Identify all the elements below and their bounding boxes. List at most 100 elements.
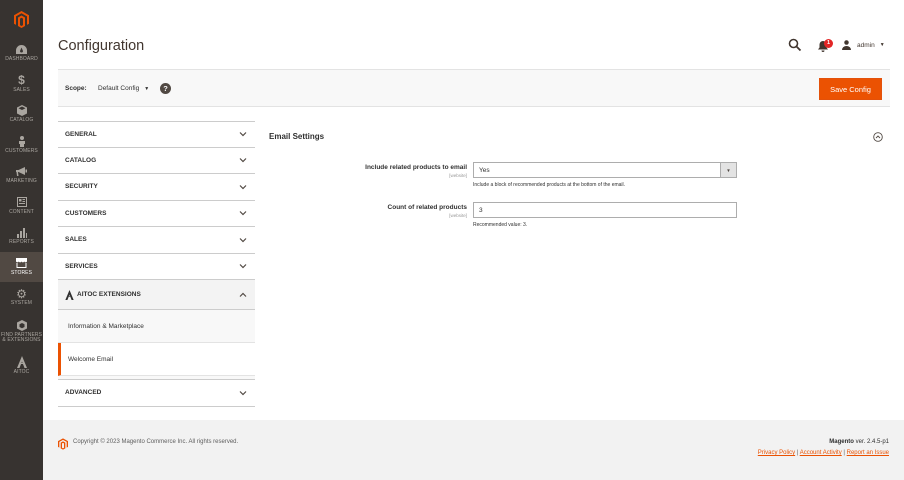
account-activity-link[interactable]: Account Activity [800, 450, 842, 456]
nav-section-title: CATALOG [65, 156, 97, 164]
nav-section-security[interactable]: SECURITY [58, 174, 255, 201]
menu-label: Catalog [9, 117, 34, 123]
collapse-circle-icon[interactable] [873, 132, 883, 142]
aitoc-icon [16, 356, 28, 368]
megaphone-icon [16, 166, 28, 177]
menu-item-stores[interactable]: Stores [0, 251, 43, 282]
save-config-button[interactable]: Save Config [819, 78, 882, 100]
nav-section-aitoc-extensions[interactable]: AITOC EXTENSIONS [58, 280, 255, 310]
menu-label: System [10, 300, 33, 306]
scope-bar: Scope: Default Config ▼ ? Save Config [58, 69, 890, 107]
menu-item-catalog[interactable]: Catalog [0, 99, 43, 130]
field-label: Include related products to email [365, 164, 467, 171]
nav-item-label: Information & Marketplace [68, 322, 144, 330]
section-title[interactable]: Email Settings [269, 132, 324, 141]
nav-section-title: ADVANCED [65, 389, 102, 397]
content-icon [16, 197, 28, 208]
chevron-down-icon [239, 158, 247, 163]
nav-section-title-wrap: AITOC EXTENSIONS [65, 289, 141, 300]
menu-label: Dashboard [5, 56, 38, 62]
caret-down-icon: ▼ [144, 85, 150, 92]
menu-item-customers[interactable]: Customers [0, 130, 43, 161]
select-value: Yes [479, 166, 490, 174]
menu-label: Find Partners & Extensions [0, 331, 43, 343]
nav-section-title: CUSTOMERS [65, 209, 107, 217]
chevron-down-icon [239, 184, 247, 190]
privacy-policy-link[interactable]: Privacy Policy [758, 450, 795, 456]
user-icon [842, 40, 851, 50]
nav-section-sales[interactable]: SALES [58, 227, 255, 254]
field-note: Recommended value: 3. [473, 222, 528, 228]
field-scope: [website] [449, 173, 467, 178]
admin-menu: Dashboard $ Sales Catalog Customers Mark… [0, 0, 43, 480]
search-icon[interactable] [788, 38, 802, 52]
bar-chart-icon [16, 227, 28, 238]
nav-section-catalog[interactable]: CATALOG [58, 147, 255, 174]
copyright-text: Copyright © 2023 Magento Commerce Inc. A… [73, 439, 239, 445]
nav-item-information-marketplace[interactable]: Information & Marketplace [58, 310, 255, 343]
chevron-down-icon [239, 132, 247, 137]
input-value: 3 [479, 206, 483, 214]
chevron-down-icon [239, 237, 247, 243]
main-content: Configuration 1 admin ▼ Scope: Default C… [43, 0, 904, 480]
chevron-down-icon [239, 264, 247, 269]
menu-label: Marketing [6, 178, 37, 184]
nav-item-welcome-email[interactable]: Welcome Email [58, 343, 255, 376]
nav-section-title: SERVICES [65, 262, 98, 270]
menu-label: Reports [9, 239, 34, 245]
version-info: Magento ver. 2.4.5-p1 [829, 439, 889, 445]
brand-name: Magento [829, 439, 854, 445]
menu-label: Sales [13, 86, 30, 93]
menu-item-find-partners[interactable]: Find Partners & Extensions [0, 313, 43, 351]
chevron-up-icon [239, 292, 247, 297]
caret-down-icon: ▼ [879, 42, 885, 48]
caret-down-icon: ▼ [720, 163, 736, 177]
footer-links: Privacy Policy | Account Activity | Repo… [758, 450, 889, 456]
include-related-select[interactable]: Yes ▼ [473, 162, 737, 178]
help-icon[interactable]: ? [160, 83, 171, 94]
menu-label: Stores [10, 269, 33, 276]
magento-logo [58, 437, 68, 455]
count-related-input[interactable]: 3 [473, 202, 737, 218]
nav-section-title: GENERAL [65, 130, 97, 138]
nav-section-services[interactable]: SERVICES [58, 253, 255, 280]
nav-section-title: SECURITY [65, 183, 98, 191]
nav-item-label: Welcome Email [68, 355, 114, 363]
partners-icon [16, 319, 28, 331]
page-footer: Copyright © 2023 Magento Commerce Inc. A… [43, 420, 904, 480]
magento-logo[interactable] [0, 0, 43, 38]
menu-item-reports[interactable]: Reports [0, 221, 43, 252]
admin-username: admin [857, 41, 875, 49]
nav-section-title: AITOC EXTENSIONS [77, 291, 141, 298]
dashboard-icon [16, 44, 28, 55]
menu-item-system[interactable]: ⚙ System [0, 282, 43, 313]
nav-section-general[interactable]: GENERAL [58, 121, 255, 148]
gear-icon: ⚙ [16, 286, 27, 301]
scope-value: Default Config [98, 85, 140, 92]
menu-label: Content [9, 208, 34, 215]
admin-user-menu[interactable]: admin ▼ [842, 39, 885, 51]
nav-section-title: SALES [65, 236, 87, 244]
nav-section-customers[interactable]: CUSTOMERS [58, 200, 255, 227]
dollar-icon: $ [18, 73, 25, 87]
chevron-down-icon [239, 211, 247, 216]
version-number: ver. 2.4.5-p1 [853, 439, 889, 445]
field-label: Count of related products [387, 204, 467, 211]
page-header: Configuration 1 admin ▼ [43, 0, 904, 68]
menu-item-content[interactable]: Content [0, 191, 43, 222]
page-title: Configuration [58, 38, 145, 54]
aitoc-icon [65, 289, 74, 300]
cube-icon [16, 105, 28, 116]
field-note: Include a block of recommended products … [473, 182, 626, 188]
menu-item-aitoc[interactable]: Aitoc [0, 351, 43, 382]
menu-item-sales[interactable]: $ Sales [0, 69, 43, 100]
chevron-down-icon [239, 390, 247, 396]
notification-badge[interactable]: 1 [824, 39, 833, 48]
menu-label: Customers [5, 147, 38, 154]
menu-item-marketing[interactable]: Marketing [0, 160, 43, 191]
menu-item-dashboard[interactable]: Dashboard [0, 38, 43, 69]
nav-section-advanced[interactable]: ADVANCED [58, 380, 255, 407]
scope-switcher[interactable]: Default Config ▼ [98, 85, 149, 92]
person-icon [16, 135, 28, 147]
report-issue-link[interactable]: Report an Issue [847, 450, 889, 456]
